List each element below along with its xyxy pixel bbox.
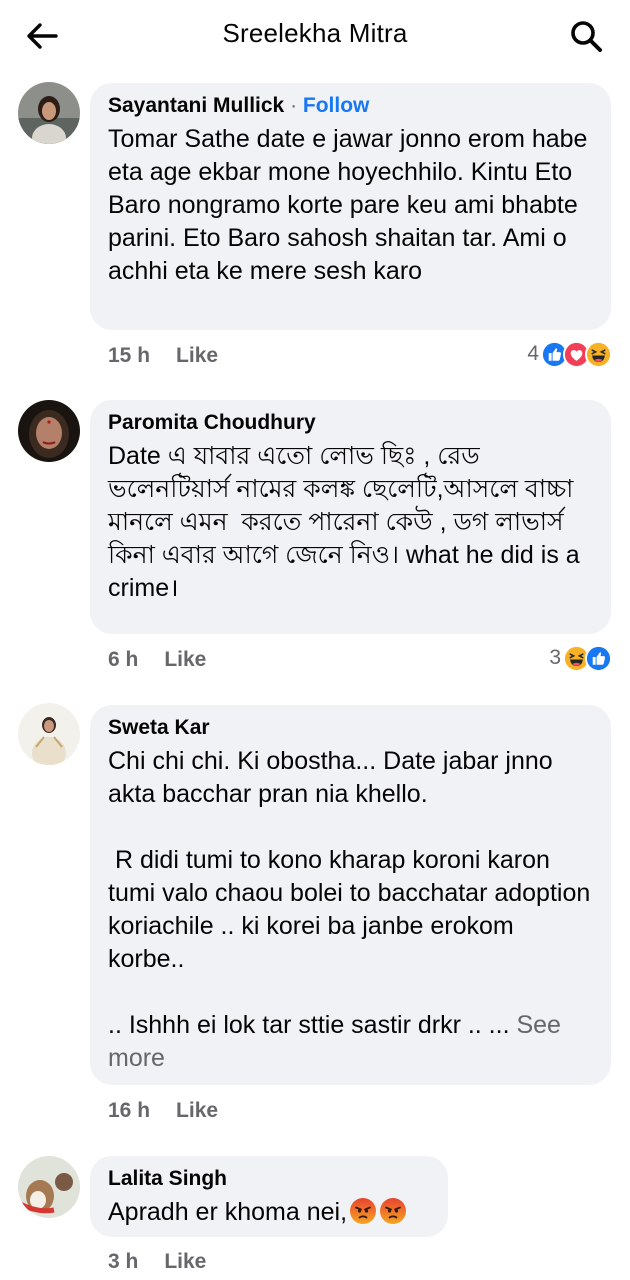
comment-meta: 3 h Like: [108, 1249, 206, 1275]
comment-bubble: Sayantani Mullick · Follow Tomar Sathe d…: [90, 83, 611, 330]
like-button[interactable]: Like: [176, 344, 218, 367]
top-bar: Sreelekha Mitra: [0, 0, 630, 72]
like-button[interactable]: Like: [164, 648, 206, 671]
page-title: Sreelekha Mitra: [222, 18, 408, 48]
like-icon: [585, 645, 612, 672]
angry-emoji-icon: [379, 1197, 407, 1225]
comment-author[interactable]: Sayantani Mullick: [108, 94, 284, 117]
avatar[interactable]: [18, 82, 80, 144]
comment-bubble: Lalita Singh Apradh er khoma nei,: [90, 1156, 448, 1237]
reaction-summary[interactable]: 4: [527, 339, 612, 369]
comment-time[interactable]: 3 h: [108, 1250, 138, 1273]
comment-bubble: Sweta Kar Chi chi chi. Ki obostha... Dat…: [90, 705, 611, 1085]
comment-text: Tomar Sathe date e jawar jonno erom habe…: [108, 125, 595, 285]
comment-author[interactable]: Sweta Kar: [108, 715, 593, 741]
like-button[interactable]: Like: [164, 1250, 206, 1273]
angry-emoji-icon: [349, 1197, 377, 1225]
comment-text: Apradh er khoma nei,: [108, 1198, 348, 1226]
avatar[interactable]: [18, 1156, 80, 1218]
avatar[interactable]: [18, 400, 80, 462]
comment-meta: 15 h Like: [108, 343, 218, 369]
comment-author[interactable]: Lalita Singh: [108, 1166, 430, 1192]
comment-meta: 16 h Like: [108, 1098, 218, 1124]
avatar[interactable]: [18, 703, 80, 765]
reaction-count: 3: [549, 646, 561, 669]
follow-button[interactable]: Follow: [303, 94, 370, 117]
separator-dot: ·: [284, 94, 303, 117]
comment-time[interactable]: 16 h: [108, 1099, 150, 1122]
comment-text: Date এ যাবার এতো লোভ ছিঃ , রেড ভলেনটিয়া…: [108, 442, 587, 602]
like-button[interactable]: Like: [176, 1099, 218, 1122]
search-icon[interactable]: [566, 16, 606, 56]
reaction-summary[interactable]: 3: [549, 643, 612, 673]
comment-author[interactable]: Paromita Choudhury: [108, 410, 593, 436]
haha-icon: [585, 341, 612, 368]
comment-time[interactable]: 15 h: [108, 344, 150, 367]
comment-time[interactable]: 6 h: [108, 648, 138, 671]
comment-meta: 6 h Like: [108, 647, 206, 673]
reaction-count: 4: [527, 342, 539, 365]
comment-text: Chi chi chi. Ki obostha... Date jabar jn…: [108, 747, 591, 1039]
comment-bubble: Paromita Choudhury Date এ যাবার এতো লোভ …: [90, 400, 611, 634]
